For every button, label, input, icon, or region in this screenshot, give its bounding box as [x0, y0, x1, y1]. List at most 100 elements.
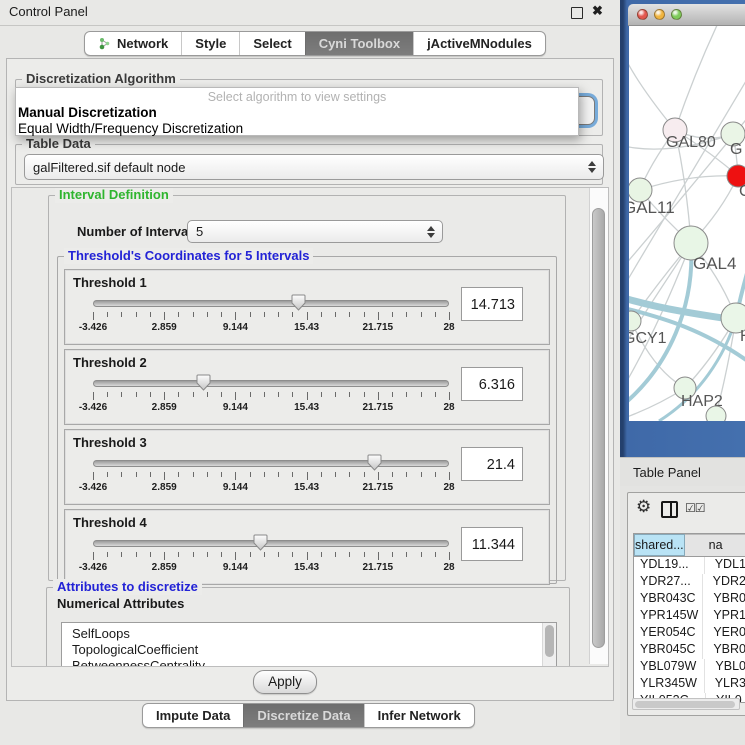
table-row[interactable]: YPR145WYPR1 [634, 608, 745, 625]
minor-tick [178, 472, 179, 477]
control-panel-window: Control Panel ✖ NetworkStyleSelectCyni T… [0, 0, 620, 745]
tab-discretize-data[interactable]: Discretize Data [243, 704, 363, 727]
table-row[interactable]: YER054CYER0 [634, 625, 745, 642]
list-item[interactable]: SelfLoops [62, 626, 556, 642]
network-node[interactable] [706, 406, 726, 421]
minor-tick [406, 312, 407, 317]
list-item[interactable]: BetweennessCentrality [62, 658, 556, 667]
slider-handle[interactable] [196, 374, 211, 391]
minor-tick [221, 392, 222, 397]
slider-handle[interactable] [367, 454, 382, 471]
minor-tick [364, 392, 365, 397]
column-layout-icon[interactable] [661, 501, 678, 518]
horizontal-scrollbar[interactable] [632, 698, 740, 710]
vertical-scrollbar[interactable] [589, 188, 608, 664]
major-tick [235, 472, 236, 480]
cell-name: YBR0 [703, 642, 745, 659]
mac-zoom-button[interactable] [671, 9, 682, 20]
scrollbar-thumb[interactable] [635, 701, 735, 708]
table-row[interactable]: YDL19...YDL1 [634, 557, 745, 574]
tick-label: 21.715 [352, 562, 404, 573]
minor-tick [121, 312, 122, 317]
threshold-panel-1: Threshold 1-3.4262.8599.14415.4321.71528… [64, 269, 550, 345]
mac-close-button[interactable] [637, 9, 648, 20]
node-label: GAL80 [666, 134, 716, 151]
tick-label: 15.43 [281, 402, 333, 413]
minor-tick [150, 552, 151, 557]
scrollbar-thumb[interactable] [545, 625, 554, 657]
tab-cyni-toolbox[interactable]: Cyni Toolbox [305, 32, 413, 55]
tab-style[interactable]: Style [181, 32, 239, 55]
column-header-shared[interactable]: shared... [634, 534, 685, 556]
attributes-scrollbar[interactable] [542, 623, 556, 667]
window-title: Control Panel [9, 4, 88, 19]
tick-label: 2.859 [138, 562, 190, 573]
tick-label: 2.859 [138, 322, 190, 333]
slider-track[interactable] [93, 380, 449, 387]
attribute-items: SelfLoopsTopologicalCoefficientBetweenne… [62, 623, 556, 667]
table-row[interactable]: YBL079WYBL0 [634, 659, 745, 676]
tick-label: 21.715 [352, 402, 404, 413]
network-edge[interactable] [675, 26, 719, 130]
tab-jactivemnodules[interactable]: jActiveMNodules [413, 32, 545, 55]
cell-shared-name: YDR27... [634, 574, 703, 591]
table-data-combobox[interactable]: galFiltered.sif default node [24, 154, 604, 180]
minor-tick [207, 472, 208, 477]
major-tick [378, 392, 379, 400]
threshold-label: Threshold 1 [73, 275, 147, 290]
dropdown-prompt-item[interactable]: Select algorithm to view settings [16, 90, 578, 105]
slider-track[interactable] [93, 540, 449, 547]
minor-tick [207, 392, 208, 397]
tab-infer-network[interactable]: Infer Network [364, 704, 474, 727]
slider-handle[interactable] [291, 294, 306, 311]
tab-network[interactable]: Network [85, 32, 181, 55]
minor-tick [264, 552, 265, 557]
scrollbar-thumb[interactable] [592, 208, 605, 648]
cell-name: YLR3 [705, 676, 745, 693]
minor-tick [193, 552, 194, 557]
threshold-value-field[interactable]: 21.4 [461, 447, 523, 481]
table-row[interactable]: YBR045CYBR0 [634, 642, 745, 659]
slider-track[interactable] [93, 460, 449, 467]
dropdown-option-manual[interactable]: Manual Discretization [16, 105, 578, 121]
gear-icon[interactable]: ⚙ [636, 497, 651, 517]
table-row[interactable]: YBR043CYBR0 [634, 591, 745, 608]
minor-tick [264, 392, 265, 397]
network-canvas[interactable]: GAL80GCGAL11GAL4GCY1HHAP2 [629, 26, 745, 421]
minor-tick [392, 552, 393, 557]
minor-tick [421, 472, 422, 477]
float-window-icon[interactable] [571, 7, 583, 19]
threshold-value-field[interactable]: 14.713 [461, 287, 523, 321]
list-item[interactable]: TopologicalCoefficient [62, 642, 556, 658]
number-of-intervals-combobox[interactable]: 5 [187, 220, 443, 243]
threshold-value-field[interactable]: 11.344 [461, 527, 523, 561]
dropdown-option-equal-width[interactable]: Equal Width/Frequency Discretization [16, 121, 578, 137]
apply-button[interactable]: Apply [253, 670, 317, 694]
number-of-intervals-label: Number of Intervals [77, 224, 199, 239]
mac-minimize-button[interactable] [654, 9, 665, 20]
slider-handle[interactable] [253, 534, 268, 551]
major-tick [235, 312, 236, 320]
slider-track[interactable] [93, 300, 449, 307]
node-attribute-table[interactable]: shared... na YDL19...YDL1YDR27...YDR2YBR… [633, 533, 745, 703]
major-tick [93, 472, 94, 480]
close-icon[interactable]: ✖ [592, 3, 603, 19]
minor-tick [292, 312, 293, 317]
minor-tick [364, 472, 365, 477]
cell-shared-name: YBL079W [634, 659, 705, 676]
thresholds-group: Threshold's Coordinates for 5 Intervals … [57, 256, 557, 584]
column-header-name[interactable]: na [685, 534, 745, 556]
minor-tick [278, 392, 279, 397]
minor-tick [121, 392, 122, 397]
tab-select[interactable]: Select [239, 32, 304, 55]
tab-label: Impute Data [156, 708, 230, 723]
checkbox-icons[interactable]: ☑☑ [685, 501, 705, 515]
cell-name: YDL1 [705, 557, 745, 574]
numerical-attributes-list[interactable]: SelfLoopsTopologicalCoefficientBetweenne… [61, 622, 557, 667]
threshold-value-field[interactable]: 6.316 [461, 367, 523, 401]
network-edge[interactable] [629, 56, 675, 130]
tab-impute-data[interactable]: Impute Data [143, 704, 243, 727]
minor-tick [178, 392, 179, 397]
table-row[interactable]: YLR345WYLR3 [634, 676, 745, 693]
table-row[interactable]: YDR27...YDR2 [634, 574, 745, 591]
